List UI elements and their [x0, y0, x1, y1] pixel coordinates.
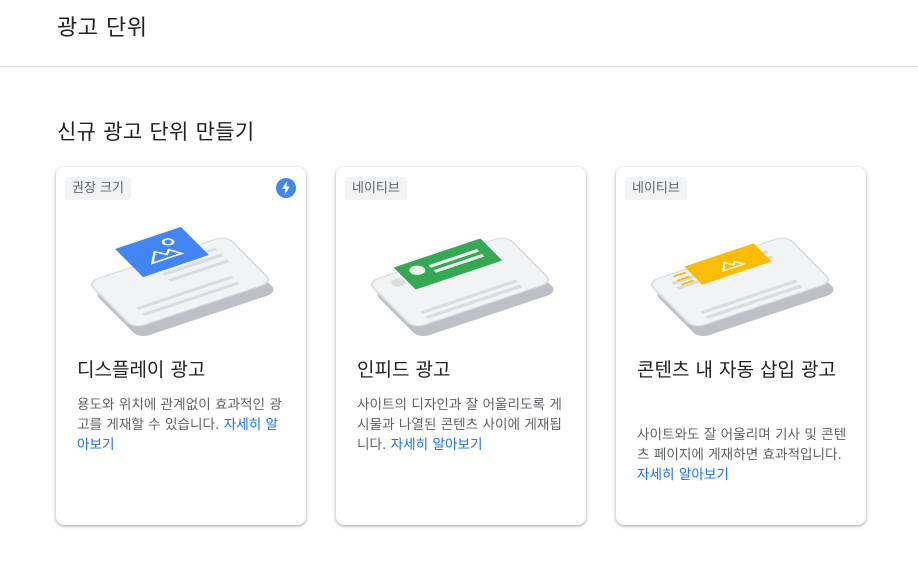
card-title: 콘텐츠 내 자동 삽입 광고: [637, 359, 836, 381]
page-title: 광고 단위: [57, 16, 148, 41]
in-article-ad-card[interactable]: 네이티브 콘텐츠 내 자동 삽입 광고 사이트와도 잘 어울리며 기사 및 콘텐…: [616, 167, 866, 525]
card-description: 용도와 위치에 관계없이 효과적인 광고를 게재할 수 있습니다. 자세히 알아…: [77, 397, 282, 453]
recommended-size-chip: 권장 크기: [65, 177, 131, 200]
in-feed-ad-card[interactable]: 네이티브 인피드 광고 사이트의 디자인과 잘 어울리도록 게시물과 나열된 콘…: [336, 167, 586, 525]
card-title: 디스플레이 광고: [77, 359, 206, 381]
display-ad-illustration: [91, 226, 274, 336]
native-chip: 네이티브: [345, 177, 407, 200]
display-ad-card[interactable]: 권장 크기 디스플레이 광고 용도와 위치에 관계없이 효과적인 광고를 게재할…: [56, 167, 306, 525]
in-feed-ad-illustration: [371, 237, 554, 336]
learn-more-link[interactable]: 자세히 알아보기: [637, 467, 729, 483]
learn-more-link[interactable]: 자세히 알아보기: [391, 437, 483, 453]
lightning-bolt-icon: [276, 178, 296, 198]
card-description: 사이트의 디자인과 잘 어울리도록 게시물과 나열된 콘텐츠 사이에 게재됩니다…: [357, 397, 562, 453]
card-title: 인피드 광고: [357, 359, 451, 381]
section-title: 신규 광고 단위 만들기: [57, 120, 255, 144]
top-bar: 광고 단위: [0, 0, 918, 67]
in-article-ad-illustration: [651, 237, 834, 336]
card-description: 사이트와도 잘 어울리며 기사 및 콘텐츠 페이지에 게재하면 효과적입니다. …: [637, 427, 847, 483]
native-chip: 네이티브: [625, 177, 687, 200]
